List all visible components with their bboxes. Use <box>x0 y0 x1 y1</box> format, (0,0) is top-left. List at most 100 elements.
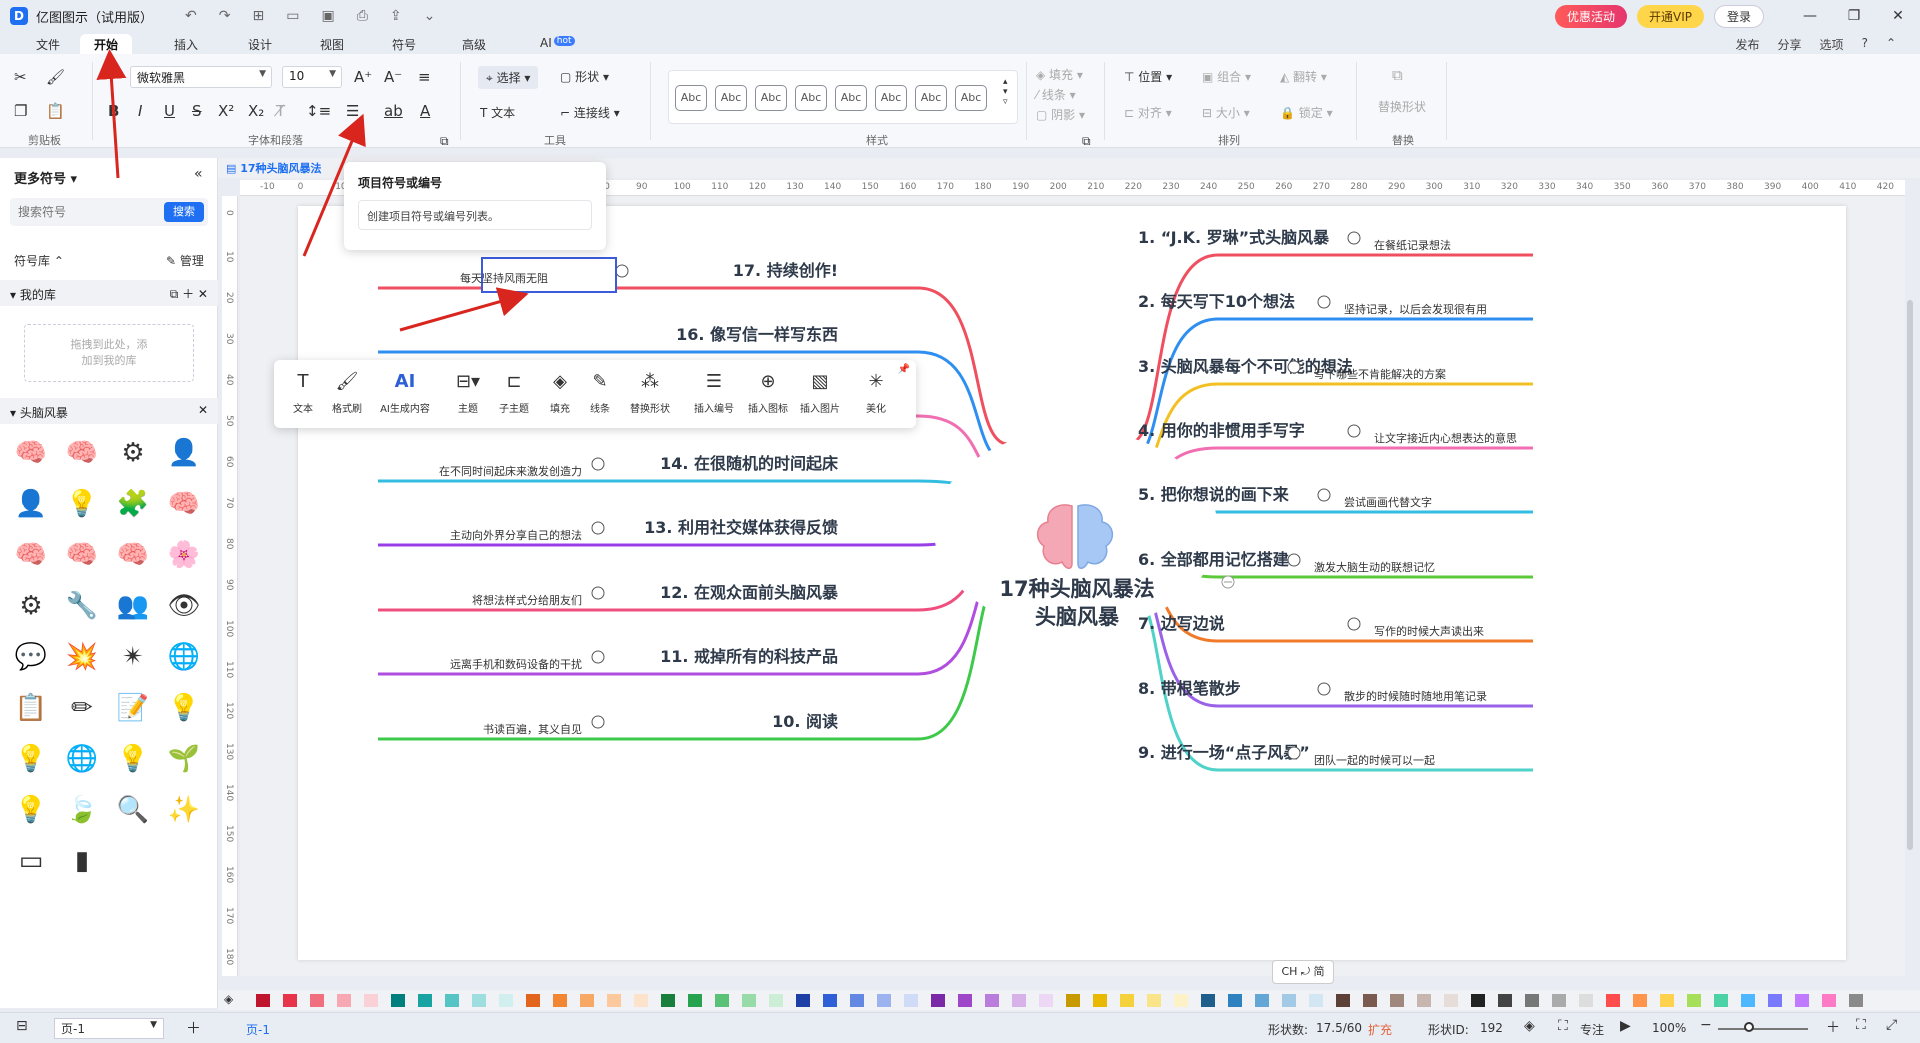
color-swatch[interactable] <box>958 994 972 1007</box>
cut-icon[interactable]: ✂ <box>14 68 27 86</box>
color-swatch[interactable] <box>1714 994 1728 1007</box>
color-swatch[interactable] <box>1039 994 1053 1007</box>
collapse-node-icon[interactable] <box>1287 746 1301 760</box>
tab-ai[interactable]: AI hot <box>526 34 589 54</box>
play-icon[interactable]: ▶ <box>1620 1018 1631 1034</box>
color-swatch[interactable] <box>796 994 810 1007</box>
color-swatch[interactable] <box>1444 994 1458 1007</box>
style-swatch[interactable]: Abc <box>835 85 867 111</box>
collapse-node-icon[interactable] <box>1347 424 1361 438</box>
fullscreen-icon[interactable]: ⤢ <box>1886 1017 1897 1033</box>
right-topic-note[interactable]: 在餐纸记录想法 <box>1374 238 1451 252</box>
color-swatch[interactable] <box>1174 994 1188 1007</box>
color-swatch[interactable] <box>1768 994 1782 1007</box>
collapse-node-icon[interactable] <box>591 586 605 600</box>
fit-page-icon[interactable]: ⛶ <box>1856 1017 1866 1033</box>
fb-insert-icon-button[interactable]: ⊕ 插入图标 <box>742 370 794 415</box>
color-swatch[interactable] <box>526 994 540 1007</box>
brainstorm-symbol-icon[interactable]: 🌱 <box>167 742 201 776</box>
fb-fill-button[interactable]: ◈ 填充 <box>544 370 576 415</box>
brainstorm-symbol-icon[interactable]: 💡 <box>116 742 150 776</box>
align-button[interactable]: ⊏ 对齐 ▾ <box>1124 104 1172 121</box>
zoom-level[interactable]: 100% <box>1652 1021 1686 1035</box>
collapse-node-icon[interactable] <box>591 715 605 729</box>
color-swatch[interactable] <box>715 994 729 1007</box>
fb-insert-number-button[interactable]: ☰ 插入编号 <box>688 370 740 415</box>
symbol-search-button[interactable]: 搜索 <box>164 202 204 222</box>
options-button[interactable]: 选项 <box>1820 36 1844 53</box>
left-topic-note[interactable]: 远离手机和数码设备的干扰 <box>450 657 582 671</box>
right-topic-title[interactable]: 7. 边写边说 <box>1138 614 1225 633</box>
zoom-out-icon[interactable]: − <box>1700 1017 1712 1033</box>
superscript-icon[interactable]: X² <box>218 102 234 120</box>
color-swatch[interactable] <box>1255 994 1269 1007</box>
color-swatch[interactable] <box>580 994 594 1007</box>
color-swatch[interactable] <box>1633 994 1647 1007</box>
brainstorm-symbol-icon[interactable]: 🧩 <box>116 487 150 521</box>
right-topic-note[interactable]: 坚持记录，以后会发现很有用 <box>1344 302 1487 316</box>
color-swatch[interactable] <box>283 994 297 1007</box>
brainstorm-symbol-icon[interactable]: ✴ <box>116 640 150 674</box>
style-swatch[interactable]: Abc <box>755 85 787 111</box>
my-library-actions[interactable]: ⧉ ＋ ✕ <box>170 285 208 302</box>
left-topic-note[interactable]: 主动向外界分享自己的想法 <box>450 528 582 542</box>
collapse-node-icon[interactable] <box>615 264 629 278</box>
paste-icon[interactable]: 📋 <box>46 102 65 120</box>
format-painter-icon[interactable]: 🖌 <box>46 68 65 86</box>
drawing-page[interactable]: 17种头脑风暴法 头脑风暴 1. “J.K. 罗琳”式头脑风暴 在餐纸记录想法 2.… <box>298 206 1846 960</box>
tab-advanced[interactable]: 高级 <box>448 34 500 54</box>
position-button[interactable]: ⊤ 位置 ▾ <box>1124 68 1172 85</box>
brainstorm-symbol-icon[interactable]: 🧠 <box>14 538 48 572</box>
bullet-list-icon[interactable]: ☰ <box>346 102 359 120</box>
line-button[interactable]: ⁄ 线条 ▾ <box>1036 86 1076 103</box>
color-swatch[interactable] <box>1390 994 1404 1007</box>
right-topic-note[interactable]: 团队一起的时候可以一起 <box>1314 753 1435 767</box>
fb-format-painter-button[interactable]: 🖌 格式刷 <box>326 370 368 415</box>
fb-replace-shape-button[interactable]: ⁂ 替换形状 <box>624 370 676 415</box>
line-spacing-icon[interactable]: ↕≡ <box>306 102 331 120</box>
highlight-icon[interactable]: ab <box>384 102 403 120</box>
close-icon[interactable]: ✕ <box>1876 8 1920 24</box>
brainstorm-symbol-icon[interactable]: 💡 <box>14 742 48 776</box>
collapse-node-icon[interactable] <box>1317 295 1331 309</box>
brainstorm-symbol-icon[interactable]: 🌸 <box>167 538 201 572</box>
right-topic-title[interactable]: 9. 进行一场“点子风暴” <box>1138 743 1310 762</box>
brainstorm-symbol-icon[interactable]: 👥 <box>116 589 150 623</box>
add-page-icon[interactable]: ＋ <box>186 1017 201 1038</box>
ime-indicator[interactable]: CH ⤾ 简 <box>1272 960 1334 984</box>
connector-tool-button[interactable]: ⌐ 连接线 ▾ <box>560 104 620 121</box>
color-swatch[interactable] <box>850 994 864 1007</box>
font-shrink-icon[interactable]: A⁻ <box>384 68 402 86</box>
color-swatch[interactable] <box>688 994 702 1007</box>
font-color-icon[interactable]: A <box>420 102 430 120</box>
share-button[interactable]: 分享 <box>1778 36 1802 53</box>
flip-button[interactable]: ◭ 翻转 ▾ <box>1280 68 1327 85</box>
color-swatch[interactable] <box>1741 994 1755 1007</box>
color-swatch[interactable] <box>1120 994 1134 1007</box>
brainstorm-symbol-icon[interactable]: 🧠 <box>65 538 99 572</box>
right-topic-note[interactable]: 写下哪些不肯能解决的方案 <box>1314 367 1446 381</box>
group-button[interactable]: ▣ 组合 ▾ <box>1202 68 1251 85</box>
color-swatch[interactable] <box>1471 994 1485 1007</box>
publish-button[interactable]: 发布 <box>1736 36 1760 53</box>
color-swatch[interactable] <box>1525 994 1539 1007</box>
fill-bucket-icon[interactable]: ◈ <box>224 992 233 1006</box>
color-swatch[interactable] <box>364 994 378 1007</box>
clear-format-icon[interactable]: T̸ <box>276 102 285 120</box>
style-swatch[interactable]: Abc <box>955 85 987 111</box>
color-swatch[interactable] <box>904 994 918 1007</box>
promo-button[interactable]: 优惠活动 <box>1554 4 1627 28</box>
document-tab[interactable]: ▤ 17种头脑风暴法 <box>226 160 322 176</box>
color-swatch[interactable] <box>1201 994 1215 1007</box>
color-swatch[interactable] <box>1147 994 1161 1007</box>
central-title-2[interactable]: 头脑风暴 <box>1035 605 1120 629</box>
shape-tool-button[interactable]: ▢ 形状 ▾ <box>560 68 609 85</box>
color-swatch[interactable] <box>1498 994 1512 1007</box>
my-library-header[interactable]: ▾ 我的库 ⧉ ＋ ✕ <box>0 280 218 306</box>
page-tab[interactable]: 页-1 <box>246 1021 270 1038</box>
right-topic-title[interactable]: 8. 带根笔散步 <box>1138 679 1241 698</box>
brainstorm-symbol-icon[interactable]: 🍃 <box>65 793 99 827</box>
color-swatch[interactable] <box>1093 994 1107 1007</box>
collapse-ribbon-icon[interactable]: ⌃ <box>1886 36 1896 53</box>
layers-icon[interactable]: ◈ <box>1524 1018 1535 1034</box>
